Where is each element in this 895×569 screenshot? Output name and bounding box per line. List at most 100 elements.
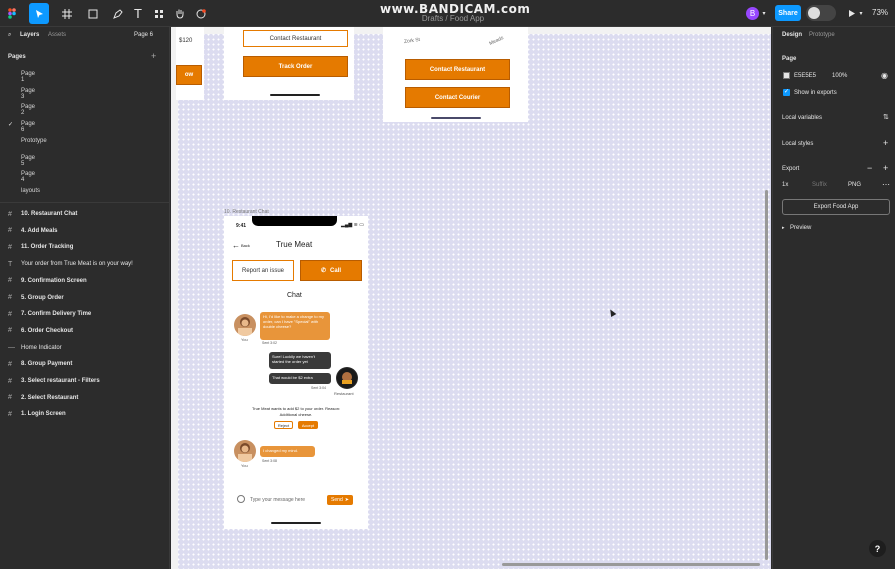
message-bubble: That would be $2 extra	[269, 373, 331, 384]
export-suffix[interactable]: Suffix	[812, 182, 827, 188]
frame-layer-icon: #	[8, 327, 12, 335]
frame-tool-icon[interactable]	[57, 3, 77, 24]
send-button[interactable]: Send ➤	[327, 495, 353, 505]
chevron-right-icon[interactable]: ▸	[782, 225, 785, 231]
street-label: Meads	[488, 35, 505, 47]
frame-layer-icon: #	[8, 410, 12, 418]
remove-export-icon[interactable]: −	[867, 163, 872, 173]
layer-item[interactable]: #8. Group Payment	[8, 359, 72, 369]
page-item[interactable]: Page 3	[21, 88, 35, 100]
present-icon[interactable]	[847, 3, 857, 24]
price-change-notice: True Meat wants to add $2 to your order.…	[251, 406, 341, 417]
page-item[interactable]: Page 1	[21, 71, 35, 83]
phone-icon: ✆	[320, 268, 326, 274]
chevron-down-icon[interactable]: ▾	[760, 3, 768, 24]
call-button[interactable]: ✆ Call	[300, 260, 362, 281]
layer-item[interactable]: — Home Indicator	[8, 343, 62, 353]
track-order-button[interactable]: Track Order	[243, 56, 348, 77]
tab-layers[interactable]: Layers	[20, 32, 39, 38]
present-chevron-icon[interactable]: ▾	[857, 3, 865, 24]
variables-icon[interactable]: ⇅	[883, 113, 889, 121]
accept-button[interactable]: Accept	[298, 421, 318, 429]
add-style-icon[interactable]: +	[883, 138, 888, 148]
page-item[interactable]: Page 6	[21, 121, 35, 133]
local-variables-label[interactable]: Local variables	[782, 115, 822, 121]
report-issue-button[interactable]: Report an issue	[232, 260, 294, 281]
text-tool-icon[interactable]: T	[131, 3, 145, 24]
page-selector[interactable]: Page 6	[134, 32, 153, 38]
frame-layer-icon: #	[8, 394, 12, 402]
page-opacity[interactable]: 100%	[832, 73, 847, 79]
layer-item[interactable]: #7. Confirm Delivery Time	[8, 309, 91, 319]
page-item[interactable]: Prototype	[21, 138, 47, 144]
page-item[interactable]: Page 4	[21, 171, 35, 183]
pen-tool-icon[interactable]	[108, 3, 128, 24]
street-label: Zork St	[403, 36, 421, 46]
rectangle-tool-icon[interactable]	[83, 3, 103, 24]
frame-restaurant-chat[interactable]: 9:41 ▂▄▆ ≋ ▭ ← Back True Meat Report an …	[224, 216, 368, 529]
add-export-icon[interactable]: +	[883, 163, 888, 173]
tab-design[interactable]: Design	[782, 32, 802, 38]
avatar	[336, 367, 358, 389]
dev-mode-toggle[interactable]	[806, 5, 836, 21]
vertical-scrollbar[interactable]	[765, 190, 768, 560]
document-name[interactable]: Drafts / Food App	[403, 14, 503, 23]
layer-item[interactable]: T Your order from True Meat is on your wa…	[8, 259, 133, 269]
partial-orange-button[interactable]: ow	[176, 65, 202, 85]
comment-tool-icon[interactable]	[194, 3, 208, 24]
page-color-swatch[interactable]	[783, 72, 790, 79]
search-icon[interactable]: ⌕	[8, 32, 11, 39]
layer-item[interactable]: #9. Confirmation Screen	[8, 276, 87, 286]
preview-label[interactable]: Preview	[790, 225, 811, 231]
page-item[interactable]: layouts	[21, 188, 40, 194]
back-button[interactable]: ← Back	[232, 241, 250, 250]
show-in-exports-checkbox[interactable]: ✓	[783, 89, 790, 96]
home-indicator	[271, 522, 321, 524]
layer-item[interactable]: #10. Restaurant Chat	[8, 209, 77, 219]
frame-label[interactable]: 10. Restaurant Chat	[224, 209, 269, 215]
frame-confirmation[interactable]: Zork St Meads Contact Restaurant Contact…	[383, 27, 528, 122]
page-item[interactable]: Page 2	[21, 104, 35, 116]
frame-layer-icon: #	[8, 294, 12, 301]
contact-restaurant-button[interactable]: Contact Restaurant	[405, 59, 510, 80]
tab-prototype[interactable]: Prototype	[809, 32, 835, 38]
figma-menu-icon[interactable]	[6, 3, 18, 24]
contact-courier-button[interactable]: Contact Courier	[405, 87, 510, 108]
add-page-icon[interactable]: +	[151, 51, 156, 61]
hand-tool-icon[interactable]	[173, 3, 187, 24]
layer-item[interactable]: #6. Order Checkout	[8, 326, 73, 336]
move-tool-icon[interactable]	[29, 3, 49, 24]
text-layer-icon: T	[8, 260, 13, 268]
reject-button[interactable]: Reject	[274, 421, 293, 429]
layer-item[interactable]: #2. Select Restaurant	[8, 393, 78, 403]
layer-item[interactable]: #1. Login Screen	[8, 409, 66, 419]
export-button[interactable]: Export Food App	[782, 199, 890, 215]
frame-layer-icon: #	[8, 277, 12, 285]
zoom-level[interactable]: 73%	[872, 8, 888, 17]
home-indicator	[270, 94, 320, 96]
horizontal-scrollbar[interactable]	[502, 563, 760, 566]
frame-order-tracking[interactable]: Contact Restaurant Track Order	[224, 27, 354, 100]
export-scale[interactable]: 1x	[782, 182, 788, 188]
right-panel: Design Prototype Page E5E5E5 100% ◉ ✓ Sh…	[772, 27, 895, 569]
export-format[interactable]: PNG	[848, 182, 861, 188]
canvas[interactable]: $120 ow Contact Restaurant Track Order Z…	[171, 27, 771, 569]
components-tool-icon[interactable]	[152, 3, 166, 24]
user-avatar[interactable]: B	[746, 7, 759, 20]
layer-label: 8. Group Payment	[21, 361, 73, 368]
help-button[interactable]: ?	[869, 540, 886, 557]
eye-icon[interactable]: ◉	[881, 71, 888, 80]
page-color-value[interactable]: E5E5E5	[794, 73, 816, 79]
contact-restaurant-outline-button[interactable]: Contact Restaurant	[243, 30, 348, 47]
layer-item[interactable]: #3. Select restaurant - Filters	[8, 376, 100, 386]
emoji-icon[interactable]	[237, 495, 245, 503]
layer-item[interactable]: #11. Order Tracking	[8, 242, 73, 252]
frame-partial[interactable]: $120 ow	[176, 27, 204, 100]
message-input[interactable]: Type your message here	[250, 497, 305, 503]
layer-item[interactable]: #4. Add Meals	[8, 226, 57, 236]
layer-item[interactable]: #5. Group Order	[8, 293, 64, 303]
share-button[interactable]: Share	[775, 5, 801, 21]
tab-assets[interactable]: Assets	[48, 32, 66, 38]
page-item[interactable]: Page 5	[21, 155, 35, 167]
more-icon[interactable]: ⋯	[882, 180, 890, 189]
